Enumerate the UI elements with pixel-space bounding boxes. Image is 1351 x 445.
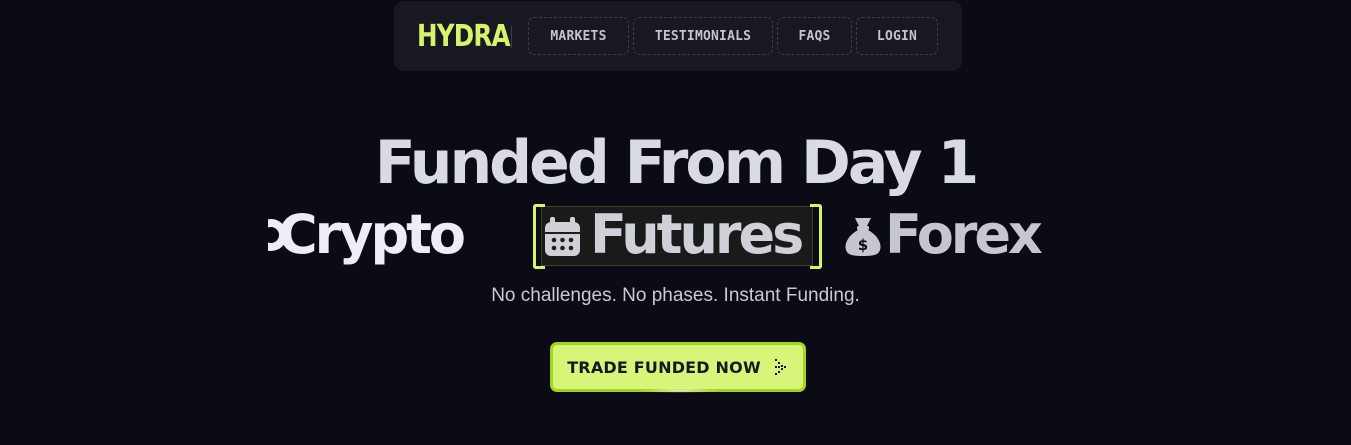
page: HYDRA MARKETS TESTIMONIALS FAQS LOGIN Fu…: [0, 0, 1351, 445]
hero-subtitle: No challenges. No phases. Instant Fundin…: [491, 285, 860, 306]
nav-item-faqs[interactable]: FAQS: [777, 17, 852, 55]
calendar-icon: [543, 214, 583, 258]
highlight-bracket-right: [810, 204, 822, 269]
nav-item-login[interactable]: LOGIN: [856, 17, 938, 55]
logo[interactable]: HYDRA: [417, 20, 530, 54]
trade-funded-now-button[interactable]: TRADE FUNDED NOW: [550, 342, 806, 392]
market-word-forex: Forex: [885, 203, 1043, 266]
nav-item-testimonials[interactable]: TESTIMONIALS: [633, 17, 773, 55]
nav-item-markets[interactable]: MARKETS: [528, 17, 629, 55]
hero-title: Funded From Day 1: [374, 128, 979, 198]
money-bag-icon: $: [843, 214, 883, 258]
cta-label: TRADE FUNDED NOW: [567, 357, 761, 377]
logo-text: HYDRA: [417, 19, 511, 54]
market-word-futures: Futures: [590, 203, 804, 266]
arrow-right-icon: [774, 359, 789, 375]
nav-divider: [511, 26, 512, 48]
market-word-crypto: Crypto: [278, 203, 466, 266]
cta-glow: [640, 388, 720, 393]
svg-text:$: $: [858, 236, 868, 254]
navbar: HYDRA MARKETS TESTIMONIALS FAQS LOGIN: [394, 1, 962, 71]
